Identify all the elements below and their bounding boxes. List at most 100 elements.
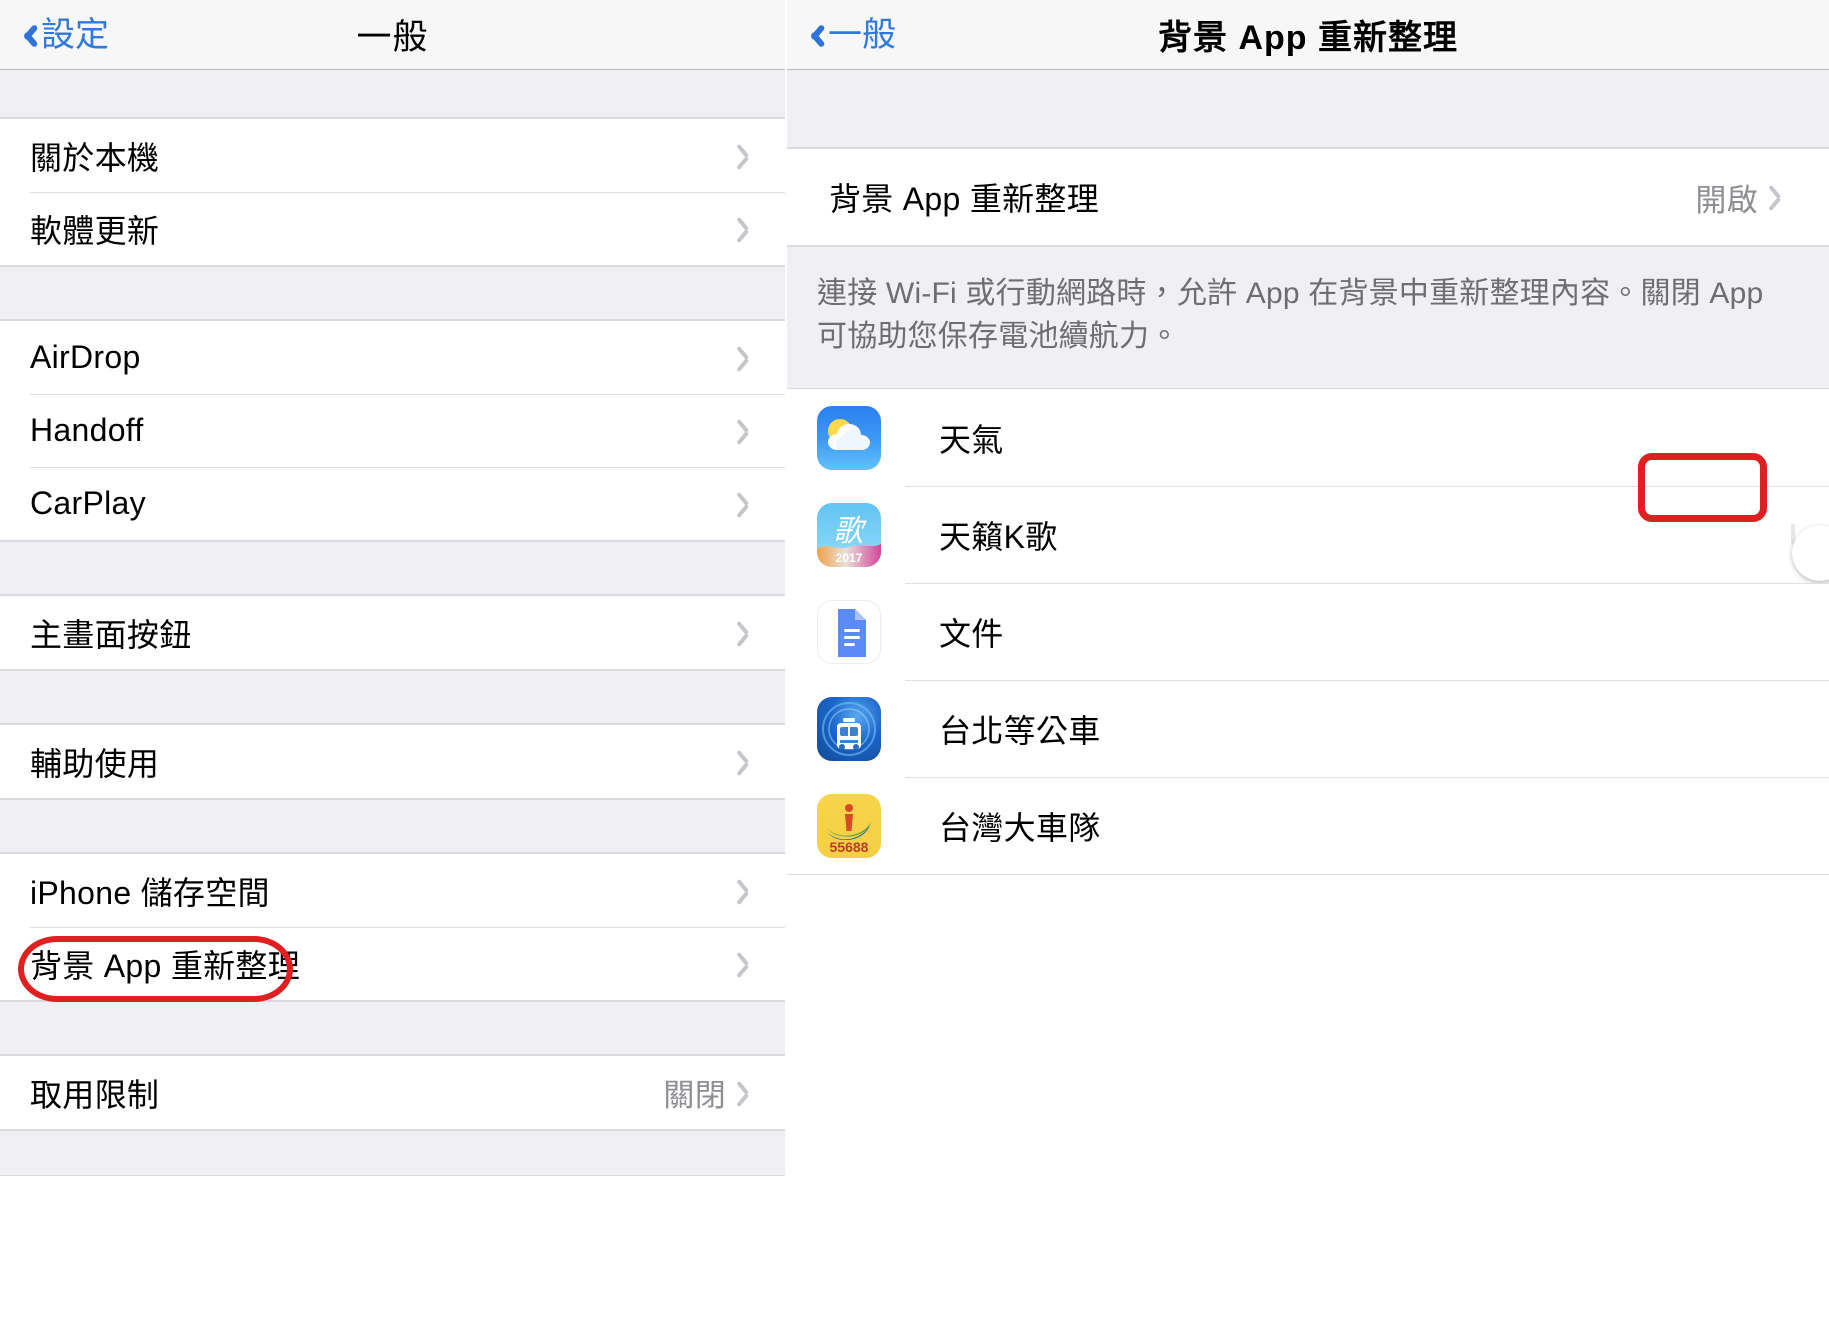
chevron-right-icon (742, 216, 757, 242)
settings-row-about[interactable]: 關於本機 (0, 119, 785, 192)
row-label: AirDrop (30, 339, 141, 375)
settings-row-airdrop[interactable]: AirDrop (0, 321, 785, 394)
right-page-title: 背景 App 重新整理 (1158, 19, 1458, 57)
chevron-right-icon (742, 620, 757, 646)
back-to-settings-button[interactable]: 設定 (0, 18, 109, 52)
app-name: 文件 (939, 615, 1004, 652)
settings-group-restrictions: 取用限制 關閉 (0, 1055, 785, 1130)
back-button-label: 設定 (41, 15, 109, 54)
row-accessory (742, 143, 761, 169)
row-label: 主畫面按鈕 (30, 616, 192, 653)
background-refresh-toggle-karaoke[interactable] (1791, 523, 1829, 581)
settings-group-connectivity: AirDrop Handoff CarPlay (0, 320, 785, 541)
karaoke-app-icon: 歌 2017 (817, 502, 881, 567)
row-accessory (742, 491, 761, 517)
section-spacer (0, 70, 785, 118)
chevron-right-icon (742, 345, 757, 371)
row-accessory (742, 749, 761, 775)
master-setting-group: 背景 App 重新整理 開啟 (787, 148, 1829, 246)
settings-group-device: 關於本機 軟體更新 (0, 118, 785, 266)
right-panel-background-app-refresh: 一般 背景 App 重新整理 背景 App 重新整理 開啟 連接 Wi-Fi 或… (787, 0, 1829, 1342)
app-row-docs[interactable]: 文件 (787, 583, 1829, 681)
toggle-wrap-docs[interactable] (1783, 622, 1807, 642)
row-accessory (742, 418, 761, 444)
taxi-icon-number-label: 55688 (830, 839, 869, 855)
row-accessory (742, 951, 761, 977)
chevron-right-icon (742, 143, 757, 169)
section-spacer (0, 670, 785, 724)
weather-app-icon (817, 405, 881, 470)
app-refresh-list: 天氣 歌 2017 天籟K歌 文件 台北等公車 55688 台灣大車隊 (787, 389, 1829, 876)
chevron-right-icon (742, 951, 757, 977)
row-label: Handoff (30, 412, 144, 448)
row-accessory (742, 216, 761, 242)
description-text: 連接 Wi-Fi 或行動網路時，允許 App 在背景中重新整理內容。關閉 App… (817, 277, 1764, 353)
app-row-karaoke[interactable]: 歌 2017 天籟K歌 (787, 486, 1829, 584)
toggle-wrap-weather[interactable] (1783, 428, 1807, 448)
right-navigation-bar: 一般 背景 App 重新整理 (787, 0, 1829, 70)
row-label: 軟體更新 (30, 212, 160, 249)
chevron-right-icon (742, 491, 757, 517)
settings-row-background-app-refresh[interactable]: 背景 App 重新整理 (0, 927, 785, 1000)
app-name: 台北等公車 (939, 712, 1101, 749)
row-background-app-refresh-master[interactable]: 背景 App 重新整理 開啟 (787, 149, 1829, 245)
section-spacer (787, 70, 1829, 148)
section-spacer (0, 266, 785, 320)
background-refresh-description: 連接 Wi-Fi 或行動網路時，允許 App 在背景中重新整理內容。關閉 App… (787, 246, 1829, 390)
chevron-right-icon (742, 1080, 757, 1106)
google-docs-app-icon (817, 599, 881, 664)
settings-row-restrictions[interactable]: 取用限制 關閉 (0, 1056, 785, 1129)
taipei-bus-app-icon (817, 696, 881, 761)
settings-row-accessibility[interactable]: 輔助使用 (0, 725, 785, 798)
row-label: iPhone 儲存空間 (30, 874, 270, 911)
svg-text:歌: 歌 (833, 515, 867, 548)
row-label: 取用限制 (30, 1076, 160, 1113)
app-name: 天籟K歌 (939, 518, 1058, 555)
left-panel-general-settings: 設定 一般 關於本機 軟體更新 AirDrop Handoff CarPlay … (0, 0, 785, 1342)
section-spacer (0, 1001, 785, 1055)
settings-group-accessibility: 輔助使用 (0, 724, 785, 799)
settings-row-iphone-storage[interactable]: iPhone 儲存空間 (0, 854, 785, 927)
section-spacer (0, 799, 785, 853)
row-label: 輔助使用 (30, 745, 160, 782)
row-accessory (742, 620, 761, 646)
row-accessory (742, 878, 761, 904)
karaoke-icon-year-label: 2017 (836, 551, 863, 565)
settings-row-software-update[interactable]: 軟體更新 (0, 192, 785, 265)
back-button-label: 一般 (828, 15, 896, 54)
settings-group-home-button: 主畫面按鈕 (0, 595, 785, 670)
row-accessory (742, 345, 761, 371)
restrictions-status-value: 關閉 (663, 1078, 726, 1113)
row-label: 背景 App 重新整理 (30, 947, 301, 984)
dual-screenshot-composite: 設定 一般 關於本機 軟體更新 AirDrop Handoff CarPlay … (0, 0, 1829, 1342)
row-accessory: 開啟 (1695, 175, 1793, 220)
app-row-taipei-bus[interactable]: 台北等公車 (787, 680, 1829, 778)
settings-row-carplay[interactable]: CarPlay (0, 467, 785, 540)
chevron-right-icon (742, 749, 757, 775)
toggle-wrap-taiwan-taxi[interactable] (1783, 816, 1807, 836)
chevron-right-icon (742, 418, 757, 444)
chevron-left-icon (18, 20, 36, 50)
back-to-general-button[interactable]: 一般 (787, 18, 896, 52)
row-label: 背景 App 重新整理 (829, 181, 1100, 217)
settings-row-home-button[interactable]: 主畫面按鈕 (0, 596, 785, 669)
section-spacer (0, 541, 785, 595)
chevron-right-icon (1774, 184, 1789, 210)
left-navigation-bar: 設定 一般 (0, 0, 785, 70)
chevron-left-icon (805, 20, 823, 50)
taiwan-taxi-app-icon: 55688 (817, 793, 881, 858)
settings-row-handoff[interactable]: Handoff (0, 394, 785, 467)
master-status-value: 開啟 (1695, 182, 1758, 218)
row-label: 關於本機 (30, 139, 160, 176)
settings-group-storage-refresh: iPhone 儲存空間 背景 App 重新整理 (0, 853, 785, 1001)
row-accessory: 關閉 (663, 1070, 761, 1115)
left-page-title: 一般 (356, 18, 429, 57)
toggle-wrap-taipei-bus[interactable] (1783, 719, 1807, 739)
toggle-wrap-karaoke[interactable] (1779, 516, 1829, 581)
app-row-weather[interactable]: 天氣 (787, 389, 1829, 487)
app-row-taiwan-taxi[interactable]: 55688 台灣大車隊 (787, 777, 1829, 875)
chevron-right-icon (742, 878, 757, 904)
row-label: CarPlay (30, 485, 146, 521)
app-name: 台灣大車隊 (939, 809, 1101, 846)
app-name: 天氣 (939, 421, 1004, 458)
